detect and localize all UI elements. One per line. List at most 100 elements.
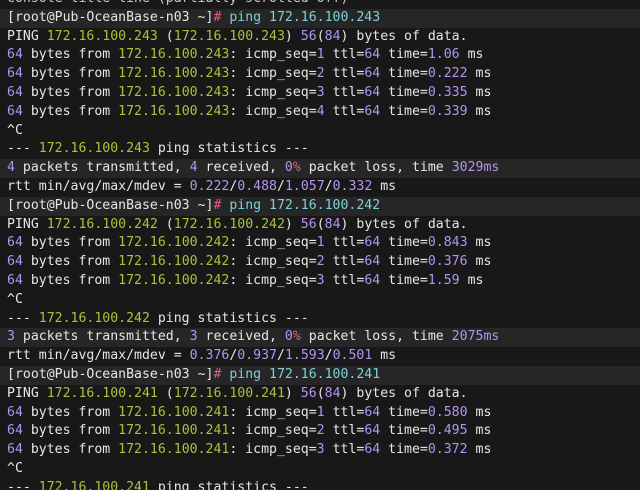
text-segment: 84 xyxy=(324,28,341,44)
text-segment: 0.376 xyxy=(427,254,468,270)
text-segment: 0.495 xyxy=(427,423,468,439)
text-segment: ttl= xyxy=(324,423,365,439)
text-segment: 64 xyxy=(364,423,381,439)
text-segment: 4 xyxy=(7,160,15,176)
text-segment: ping 172.16.100.243 xyxy=(229,9,381,25)
text-segment: 64 xyxy=(7,66,23,82)
text-segment: 172.16.100.243 xyxy=(118,66,230,82)
text-segment: 3 xyxy=(7,329,15,345)
text-segment: 172.16.100.242 xyxy=(46,216,158,232)
statistics-header-line: --- 172.16.100.243 ping statistics --- xyxy=(7,140,640,159)
text-segment: rtt min/avg/max/mdev = xyxy=(7,348,190,364)
text-segment: time= xyxy=(380,47,428,63)
reply-line: 64 bytes from 172.16.100.242: icmp_seq=2… xyxy=(7,253,640,272)
ping-header-line: PING 172.16.100.243 (172.16.100.243) 56(… xyxy=(7,28,640,47)
text-segment: 64 xyxy=(7,423,23,439)
text-segment: 172.16.100.243 xyxy=(46,28,158,44)
text-segment: --- xyxy=(7,141,39,157)
text-segment: time= xyxy=(380,66,428,82)
text-segment: 172.16.100.241 xyxy=(38,479,150,490)
reply-line: 64 bytes from 172.16.100.241: icmp_seq=2… xyxy=(7,422,640,441)
interrupt-line: ^C xyxy=(7,291,640,310)
text-segment: ttl= xyxy=(324,235,365,251)
text-segment: 0.332 xyxy=(332,178,373,194)
text-segment: time= xyxy=(380,404,428,420)
text-segment: PING xyxy=(7,28,47,44)
text-segment: time= xyxy=(380,442,428,458)
text-segment: 3 xyxy=(316,84,325,100)
statistics-header-line: --- 172.16.100.242 ping statistics --- xyxy=(7,310,640,329)
reply-line: 64 bytes from 172.16.100.243: icmp_seq=1… xyxy=(7,46,640,65)
reply-line: 64 bytes from 172.16.100.241: icmp_seq=1… xyxy=(7,404,640,423)
text-segment: PING xyxy=(7,385,47,401)
text-segment: % xyxy=(292,160,301,176)
text-segment: received, xyxy=(197,329,285,345)
text-segment: [root@Pub-OceanBase-n03 ~] xyxy=(7,366,214,382)
text-segment: ttl= xyxy=(324,442,365,458)
command-line: [root@Pub-OceanBase-n03 ~]# ping 172.16.… xyxy=(0,8,640,28)
text-segment: 64 xyxy=(7,47,23,63)
text-segment: 64 xyxy=(364,66,381,82)
text-segment: ms xyxy=(467,66,492,82)
text-segment: 0.376 xyxy=(189,348,230,364)
text-segment: / xyxy=(324,178,333,194)
text-segment: 0.222 xyxy=(427,66,468,82)
text-segment: ping statistics --- xyxy=(149,310,309,326)
text-segment: / xyxy=(276,348,285,364)
text-segment: / xyxy=(324,348,333,364)
terminal-window[interactable]: console-title-line (partially scrolled o… xyxy=(0,0,640,490)
text-segment: packet loss, time xyxy=(300,329,452,345)
text-segment: : icmp_seq= xyxy=(229,235,317,251)
text-segment: 172.16.100.241 xyxy=(46,385,158,401)
text-segment: 1.057 xyxy=(284,178,325,194)
text-segment: 56 xyxy=(300,28,317,44)
text-segment: : icmp_seq= xyxy=(229,66,317,82)
text-segment: : icmp_seq= xyxy=(229,103,317,119)
statistics-summary-line: 3 packets transmitted, 3 received, 0% pa… xyxy=(0,328,640,348)
text-segment: ping 172.16.100.241 xyxy=(229,366,381,382)
text-segment: bytes from xyxy=(22,66,119,82)
text-segment: 64 xyxy=(7,103,23,119)
text-segment: ms xyxy=(467,84,492,100)
text-segment: 64 xyxy=(7,235,23,251)
text-segment: : icmp_seq= xyxy=(229,272,317,288)
text-segment: 0.501 xyxy=(332,348,373,364)
terminal-output: console-title-line (partially scrolled o… xyxy=(0,0,640,490)
text-segment: time= xyxy=(380,84,428,100)
text-segment: 64 xyxy=(7,442,23,458)
text-segment: 2 xyxy=(316,423,325,439)
text-segment: ping statistics --- xyxy=(149,479,309,490)
text-segment: % xyxy=(292,329,301,345)
text-segment: 0.580 xyxy=(427,404,468,420)
text-segment: ttl= xyxy=(324,47,365,63)
text-segment: 172.16.100.242 xyxy=(118,272,230,288)
text-segment: ( xyxy=(157,385,174,401)
text-segment: rtt min/avg/max/mdev = xyxy=(7,178,190,194)
text-segment: ms xyxy=(459,272,484,288)
text-segment: --- xyxy=(7,310,39,326)
text-segment: ( xyxy=(157,28,174,44)
text-segment: packet loss, time xyxy=(300,160,452,176)
text-segment: bytes from xyxy=(22,254,119,270)
text-segment: ( xyxy=(157,216,174,232)
text-segment: 172.16.100.243 xyxy=(118,84,230,100)
text-segment: 0.843 xyxy=(427,235,468,251)
text-segment: time= xyxy=(380,103,428,119)
text-segment: bytes from xyxy=(22,47,119,63)
text-segment: ^C xyxy=(7,122,23,138)
text-segment: 3 xyxy=(316,442,325,458)
text-segment: ) xyxy=(284,385,301,401)
text-segment: ) xyxy=(284,216,301,232)
text-segment: 3 xyxy=(189,329,198,345)
command-line: [root@Pub-OceanBase-n03 ~]# ping 172.16.… xyxy=(0,365,640,385)
reply-line: 64 bytes from 172.16.100.242: icmp_seq=3… xyxy=(7,272,640,291)
text-segment: ms xyxy=(467,254,492,270)
text-segment: ( xyxy=(316,216,325,232)
rtt-line: rtt min/avg/max/mdev = 0.376/0.937/1.593… xyxy=(7,347,640,366)
text-segment: 1.593 xyxy=(284,348,325,364)
statistics-header-line: --- 172.16.100.241 ping statistics --- xyxy=(7,479,640,490)
command-line: [root@Pub-OceanBase-n03 ~]# ping 172.16.… xyxy=(0,196,640,216)
text-segment: ms xyxy=(467,103,492,119)
text-segment: : icmp_seq= xyxy=(229,254,317,270)
text-segment: 172.16.100.243 xyxy=(38,141,150,157)
